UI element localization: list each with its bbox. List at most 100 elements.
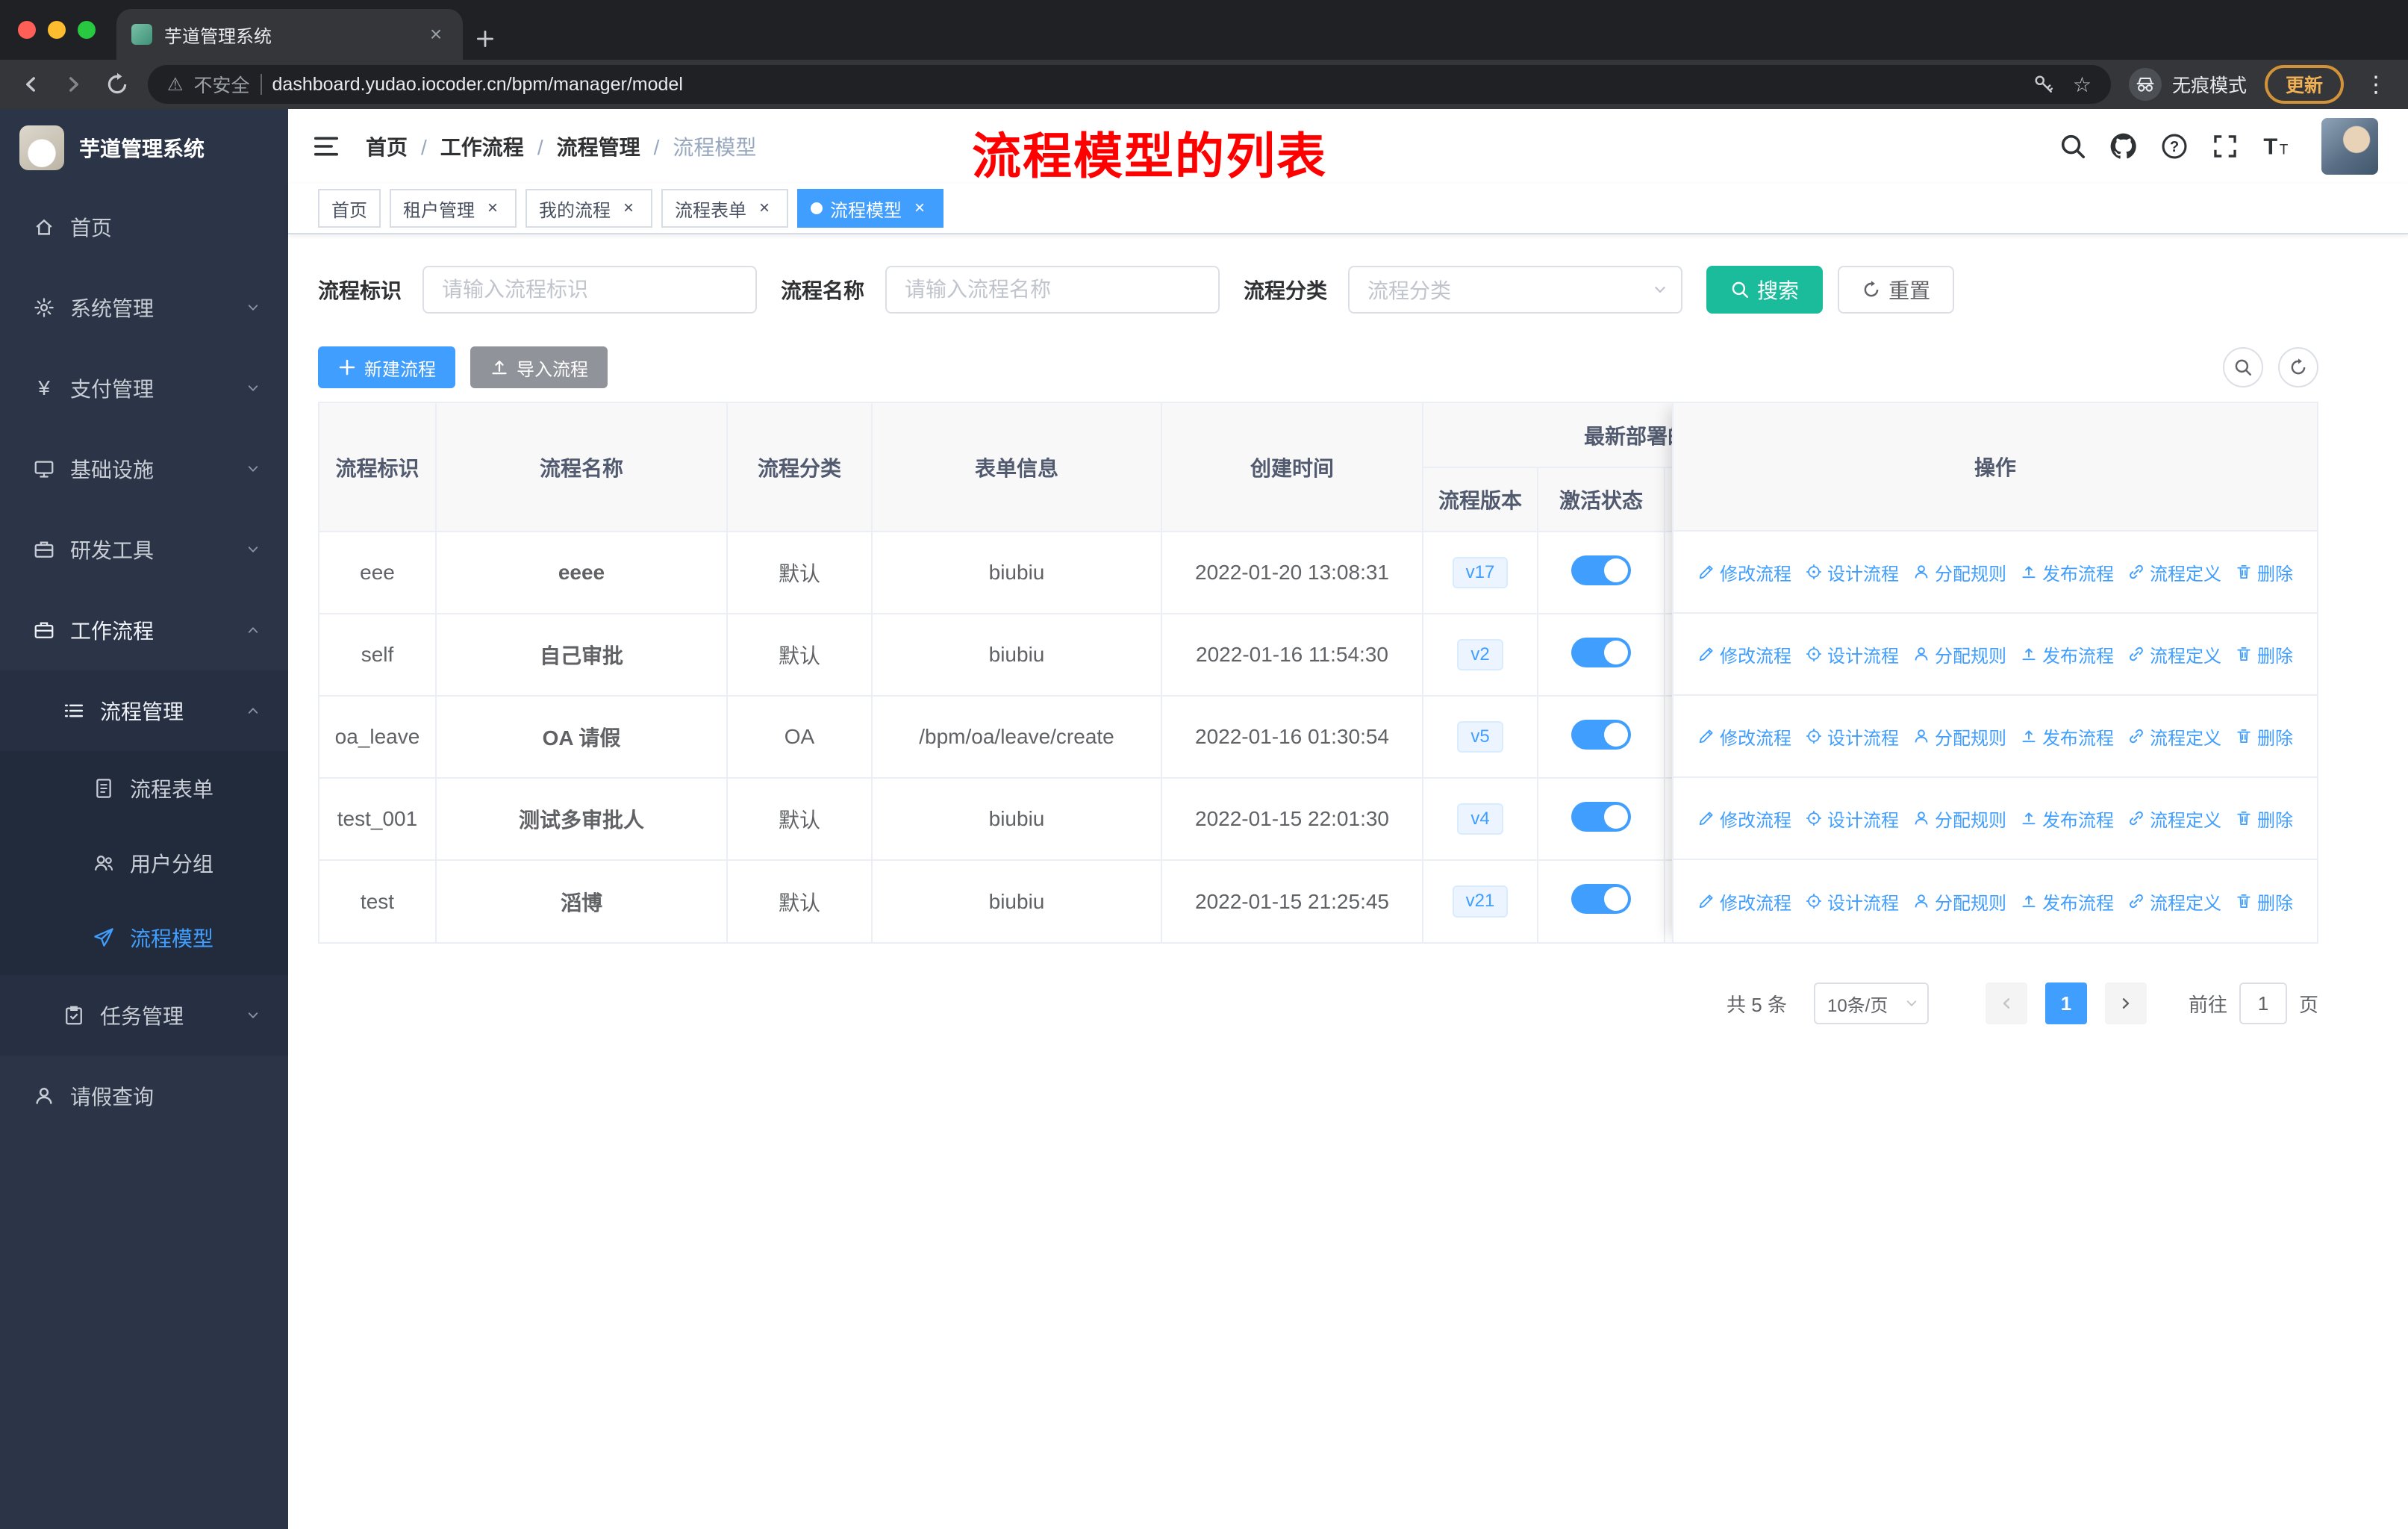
sidebar-item-leave-query[interactable]: 请假查询 xyxy=(0,1056,288,1136)
action-assign-rule[interactable]: 分配规则 xyxy=(1912,888,2006,915)
action-edit-process[interactable]: 修改流程 xyxy=(1697,559,1791,585)
create-process-button[interactable]: 新建流程 xyxy=(318,346,455,388)
action-edit-process[interactable]: 修改流程 xyxy=(1697,806,1791,832)
maximize-window-button[interactable] xyxy=(78,21,96,39)
version-tag[interactable]: v21 xyxy=(1452,885,1509,918)
version-tag[interactable]: v5 xyxy=(1457,720,1503,753)
process-name-input[interactable] xyxy=(885,266,1220,314)
active-toggle[interactable] xyxy=(1571,884,1631,914)
password-key-icon[interactable] xyxy=(2033,73,2055,96)
sidebar-item-workflow[interactable]: 工作流程 xyxy=(0,590,288,670)
form-link[interactable]: biubiu xyxy=(872,778,1162,861)
action-publish-process[interactable]: 发布流程 xyxy=(2020,888,2114,915)
sidebar-item-devtools[interactable]: 研发工具 xyxy=(0,509,288,590)
close-icon[interactable]: × xyxy=(754,198,775,219)
breadcrumb-item[interactable]: 首页 xyxy=(366,131,408,161)
model-name-link[interactable]: 滔博 xyxy=(436,860,728,942)
action-delete[interactable]: 删除 xyxy=(2235,806,2293,832)
import-process-button[interactable]: 导入流程 xyxy=(470,346,608,388)
sidebar-item-process-management[interactable]: 流程管理 xyxy=(0,670,288,751)
action-publish-process[interactable]: 发布流程 xyxy=(2020,641,2114,667)
reset-button[interactable]: 重置 xyxy=(1838,266,1955,314)
model-name-link[interactable]: OA 请假 xyxy=(436,696,728,779)
page-size-select[interactable]: 10条/页 xyxy=(1813,983,1929,1024)
address-bar[interactable]: ⚠ 不安全 dashboard.yudao.iocoder.cn/bpm/man… xyxy=(148,65,2111,104)
active-toggle[interactable] xyxy=(1571,801,1631,832)
prev-page-button[interactable] xyxy=(1985,983,2027,1024)
tag-my-process[interactable]: 我的流程 × xyxy=(525,189,652,228)
action-delete[interactable]: 删除 xyxy=(2235,559,2293,585)
sidebar-item-system[interactable]: 系统管理 xyxy=(0,267,288,348)
tag-process-model[interactable]: 流程模型 × xyxy=(797,189,943,228)
sidebar-item-task-management[interactable]: 任务管理 xyxy=(0,975,288,1056)
action-process-definition[interactable]: 流程定义 xyxy=(2127,888,2221,915)
active-toggle[interactable] xyxy=(1571,719,1631,750)
refresh-table-button[interactable] xyxy=(2278,347,2318,387)
reload-icon[interactable] xyxy=(105,72,130,97)
action-delete[interactable]: 删除 xyxy=(2235,723,2293,750)
action-process-definition[interactable]: 流程定义 xyxy=(2127,559,2221,585)
version-tag[interactable]: v2 xyxy=(1457,638,1503,671)
tab-close-icon[interactable]: × xyxy=(424,22,448,46)
close-icon[interactable]: × xyxy=(909,198,930,219)
browser-menu-icon[interactable]: ⋮ xyxy=(2362,72,2390,98)
tag-tenant[interactable]: 租户管理 × xyxy=(390,189,517,228)
version-tag[interactable]: v4 xyxy=(1457,803,1503,835)
action-assign-rule[interactable]: 分配规则 xyxy=(1912,806,2006,832)
breadcrumb-item[interactable]: 流程管理 xyxy=(524,131,640,161)
action-assign-rule[interactable]: 分配规则 xyxy=(1912,723,2006,750)
version-tag[interactable]: v17 xyxy=(1452,556,1509,589)
tag-process-form[interactable]: 流程表单 × xyxy=(661,189,788,228)
action-process-definition[interactable]: 流程定义 xyxy=(2127,723,2221,750)
close-window-button[interactable] xyxy=(18,21,36,39)
goto-page-input[interactable] xyxy=(2239,983,2287,1024)
sidebar-logo[interactable]: 芋道管理系统 xyxy=(0,109,288,187)
active-toggle[interactable] xyxy=(1571,555,1631,585)
action-publish-process[interactable]: 发布流程 xyxy=(2020,559,2114,585)
action-assign-rule[interactable]: 分配规则 xyxy=(1912,559,2006,585)
form-link[interactable]: /bpm/oa/leave/create xyxy=(872,696,1162,779)
browser-tab[interactable]: 芋道管理系统 × xyxy=(116,9,463,60)
action-publish-process[interactable]: 发布流程 xyxy=(2020,806,2114,832)
user-avatar[interactable] xyxy=(2321,118,2378,175)
category-select[interactable]: 流程分类 xyxy=(1348,266,1683,314)
action-design-process[interactable]: 设计流程 xyxy=(1805,641,1899,667)
new-tab-button[interactable] xyxy=(475,28,496,49)
forward-icon[interactable] xyxy=(61,72,87,97)
action-edit-process[interactable]: 修改流程 xyxy=(1697,888,1791,915)
action-design-process[interactable]: 设计流程 xyxy=(1805,723,1899,750)
action-publish-process[interactable]: 发布流程 xyxy=(2020,723,2114,750)
sidebar-item-payment[interactable]: ¥ 支付管理 xyxy=(0,348,288,429)
github-icon[interactable] xyxy=(2109,132,2138,161)
search-icon[interactable] xyxy=(2059,132,2087,161)
breadcrumb-item[interactable]: 工作流程 xyxy=(408,131,524,161)
fullscreen-icon[interactable] xyxy=(2211,132,2239,161)
form-link[interactable]: biubiu xyxy=(872,532,1162,614)
model-name-link[interactable]: eeee xyxy=(436,532,728,614)
close-icon[interactable]: × xyxy=(482,198,503,219)
search-button[interactable]: 搜索 xyxy=(1706,266,1824,314)
page-number-button[interactable]: 1 xyxy=(2044,983,2087,1024)
action-delete[interactable]: 删除 xyxy=(2235,641,2293,667)
sidebar-item-home[interactable]: 首页 xyxy=(0,187,288,267)
next-page-button[interactable] xyxy=(2104,983,2147,1024)
sidebar-item-infrastructure[interactable]: 基础设施 xyxy=(0,429,288,509)
help-icon[interactable] xyxy=(2160,132,2189,161)
action-delete[interactable]: 删除 xyxy=(2235,888,2293,915)
action-design-process[interactable]: 设计流程 xyxy=(1805,559,1899,585)
sidebar-item-process-model[interactable]: 流程模型 xyxy=(0,900,288,975)
action-design-process[interactable]: 设计流程 xyxy=(1805,806,1899,832)
bookmark-star-icon[interactable]: ☆ xyxy=(2073,72,2092,97)
action-process-definition[interactable]: 流程定义 xyxy=(2127,641,2221,667)
sidebar-item-process-form[interactable]: 流程表单 xyxy=(0,751,288,826)
browser-update-button[interactable]: 更新 xyxy=(2264,65,2344,104)
action-assign-rule[interactable]: 分配规则 xyxy=(1912,641,2006,667)
sidebar-collapse-icon[interactable] xyxy=(312,132,340,161)
action-edit-process[interactable]: 修改流程 xyxy=(1697,641,1791,667)
font-size-icon[interactable] xyxy=(2262,132,2290,161)
close-icon[interactable]: × xyxy=(618,198,639,219)
back-icon[interactable] xyxy=(18,72,43,97)
action-design-process[interactable]: 设计流程 xyxy=(1805,888,1899,915)
model-name-link[interactable]: 测试多审批人 xyxy=(436,778,728,861)
toggle-search-button[interactable] xyxy=(2223,347,2263,387)
